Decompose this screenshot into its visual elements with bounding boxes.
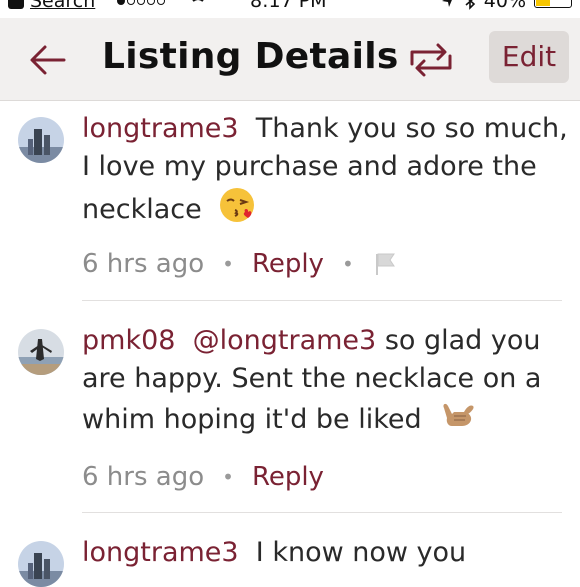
location-icon (441, 0, 452, 7)
flag-icon[interactable] (372, 251, 398, 277)
comment-text: longtrame3 I know now you (82, 534, 572, 572)
header-bar: Listing Details Edit (0, 18, 580, 101)
repost-icon (410, 43, 452, 77)
bluetooth-icon (465, 0, 475, 10)
comment-username[interactable]: longtrame3 (82, 113, 239, 144)
status-bar: Search 8:17 PM 40% (0, 0, 580, 12)
comment-text: longtrame3 Thank you so so much, I love … (82, 110, 572, 235)
page-title: Listing Details (102, 36, 399, 77)
comment-timestamp: 6 hrs ago (82, 249, 205, 279)
comment-mention[interactable]: @longtrame3 (193, 325, 377, 356)
avatar[interactable] (18, 541, 64, 587)
reply-button[interactable]: Reply (252, 249, 324, 279)
share-button[interactable] (406, 42, 456, 78)
battery-icon (534, 0, 572, 8)
comment-username[interactable]: longtrame3 (82, 537, 239, 568)
separator-dot: • (341, 252, 354, 276)
back-to-app-label[interactable]: Search (30, 0, 95, 12)
back-button[interactable] (28, 42, 68, 78)
comment-username[interactable]: pmk08 (82, 325, 175, 356)
avatar[interactable] (18, 117, 64, 163)
back-to-app-icon[interactable] (8, 0, 24, 9)
call-me-hand-emoji-icon (438, 398, 476, 443)
battery-percent: 40% (483, 0, 526, 12)
divider (82, 300, 562, 301)
status-time: 8:17 PM (250, 0, 327, 12)
divider (82, 512, 562, 513)
kiss-emoji-icon (218, 186, 256, 235)
signal-strength-icon (117, 0, 166, 5)
comment-meta: 6 hrs ago • Reply (82, 457, 324, 497)
wifi-icon (192, 0, 204, 2)
comment-text: pmk08 @longtrame3 so glad you are happy.… (82, 322, 572, 443)
separator-dot: • (222, 465, 234, 489)
arrow-left-icon (30, 45, 66, 75)
comment-timestamp: 6 hrs ago (82, 462, 205, 492)
comment-body: I know now you (255, 537, 467, 568)
reply-button[interactable]: Reply (252, 462, 324, 492)
comment-meta: 6 hrs ago • Reply • (82, 244, 398, 284)
separator-dot: • (222, 252, 234, 276)
avatar[interactable] (18, 329, 64, 375)
edit-button[interactable]: Edit (489, 31, 569, 83)
